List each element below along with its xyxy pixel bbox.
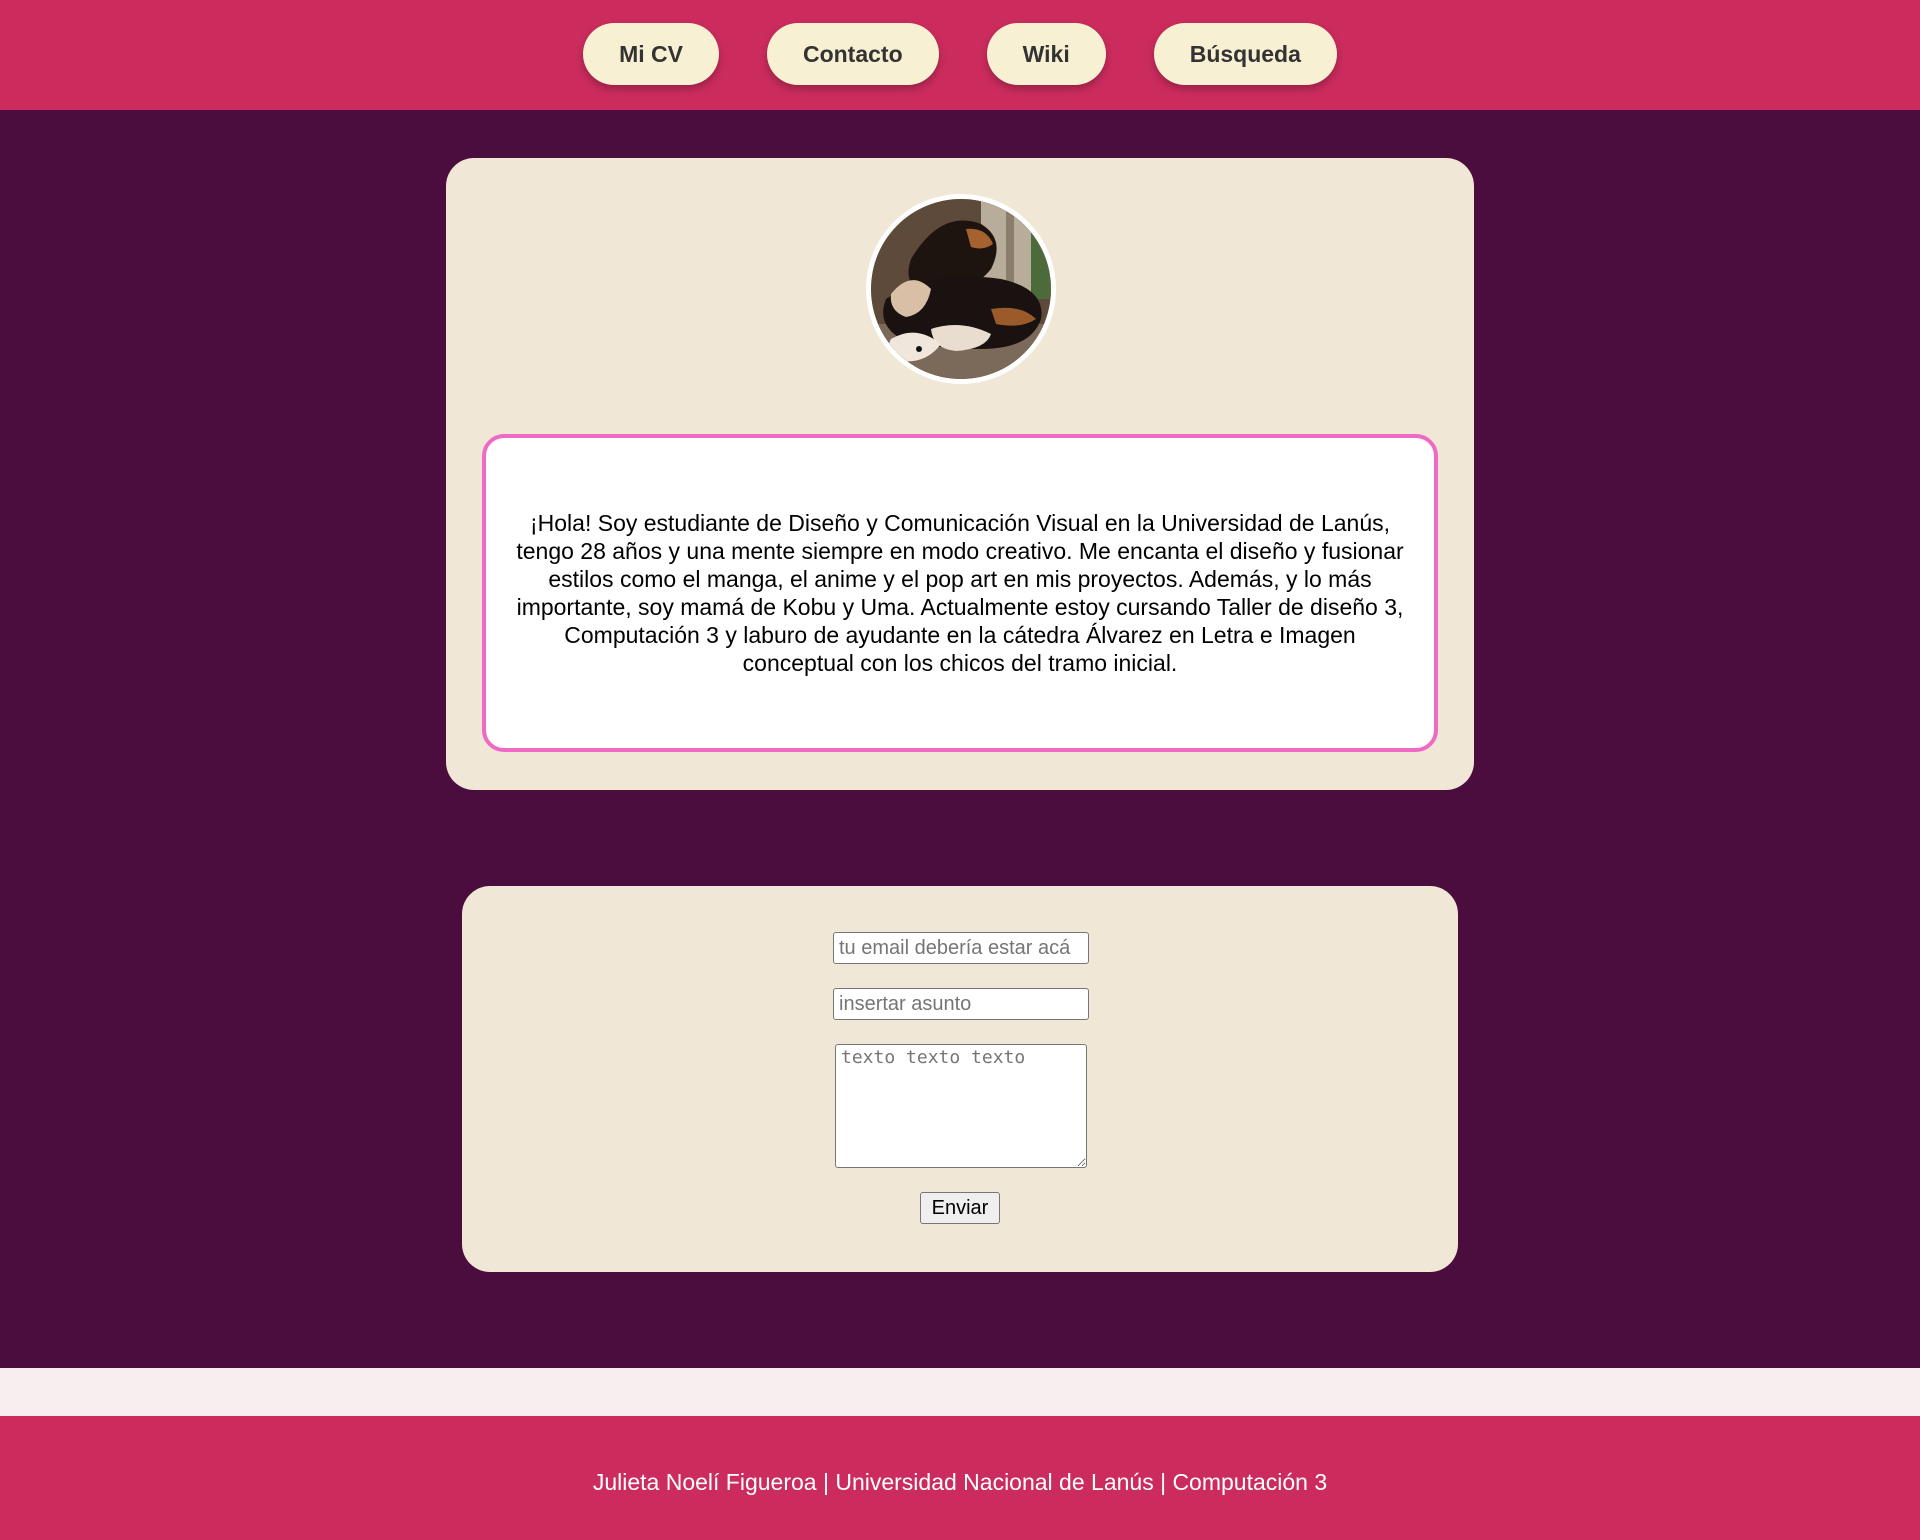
footer: Julieta Noelí Figueroa | Universidad Nac… (0, 1416, 1920, 1540)
nav-button-busqueda[interactable]: Búsqueda (1153, 23, 1337, 85)
bio-text: ¡Hola! Soy estudiante de Diseño y Comuni… (516, 510, 1404, 676)
footer-text: Julieta Noelí Figueroa | Universidad Nac… (592, 1468, 1328, 1495)
dog-photo-icon (871, 199, 1051, 379)
bio-box: ¡Hola! Soy estudiante de Diseño y Comuni… (482, 434, 1438, 752)
nav-button-wiki[interactable]: Wiki (986, 23, 1106, 85)
subject-field[interactable] (833, 988, 1089, 1020)
email-field[interactable] (833, 932, 1089, 964)
avatar (866, 194, 1056, 384)
footer-divider-strip (0, 1368, 1920, 1416)
profile-card: ¡Hola! Soy estudiante de Diseño y Comuni… (446, 158, 1474, 790)
nav-button-contacto[interactable]: Contacto (766, 23, 939, 85)
message-textarea[interactable] (835, 1044, 1087, 1168)
send-button[interactable]: Enviar (920, 1192, 1000, 1224)
nav-button-mi-cv[interactable]: Mi CV (583, 23, 719, 85)
top-nav-bar: Mi CV Contacto Wiki Búsqueda (0, 0, 1920, 110)
contact-form-card: Enviar (462, 886, 1458, 1272)
